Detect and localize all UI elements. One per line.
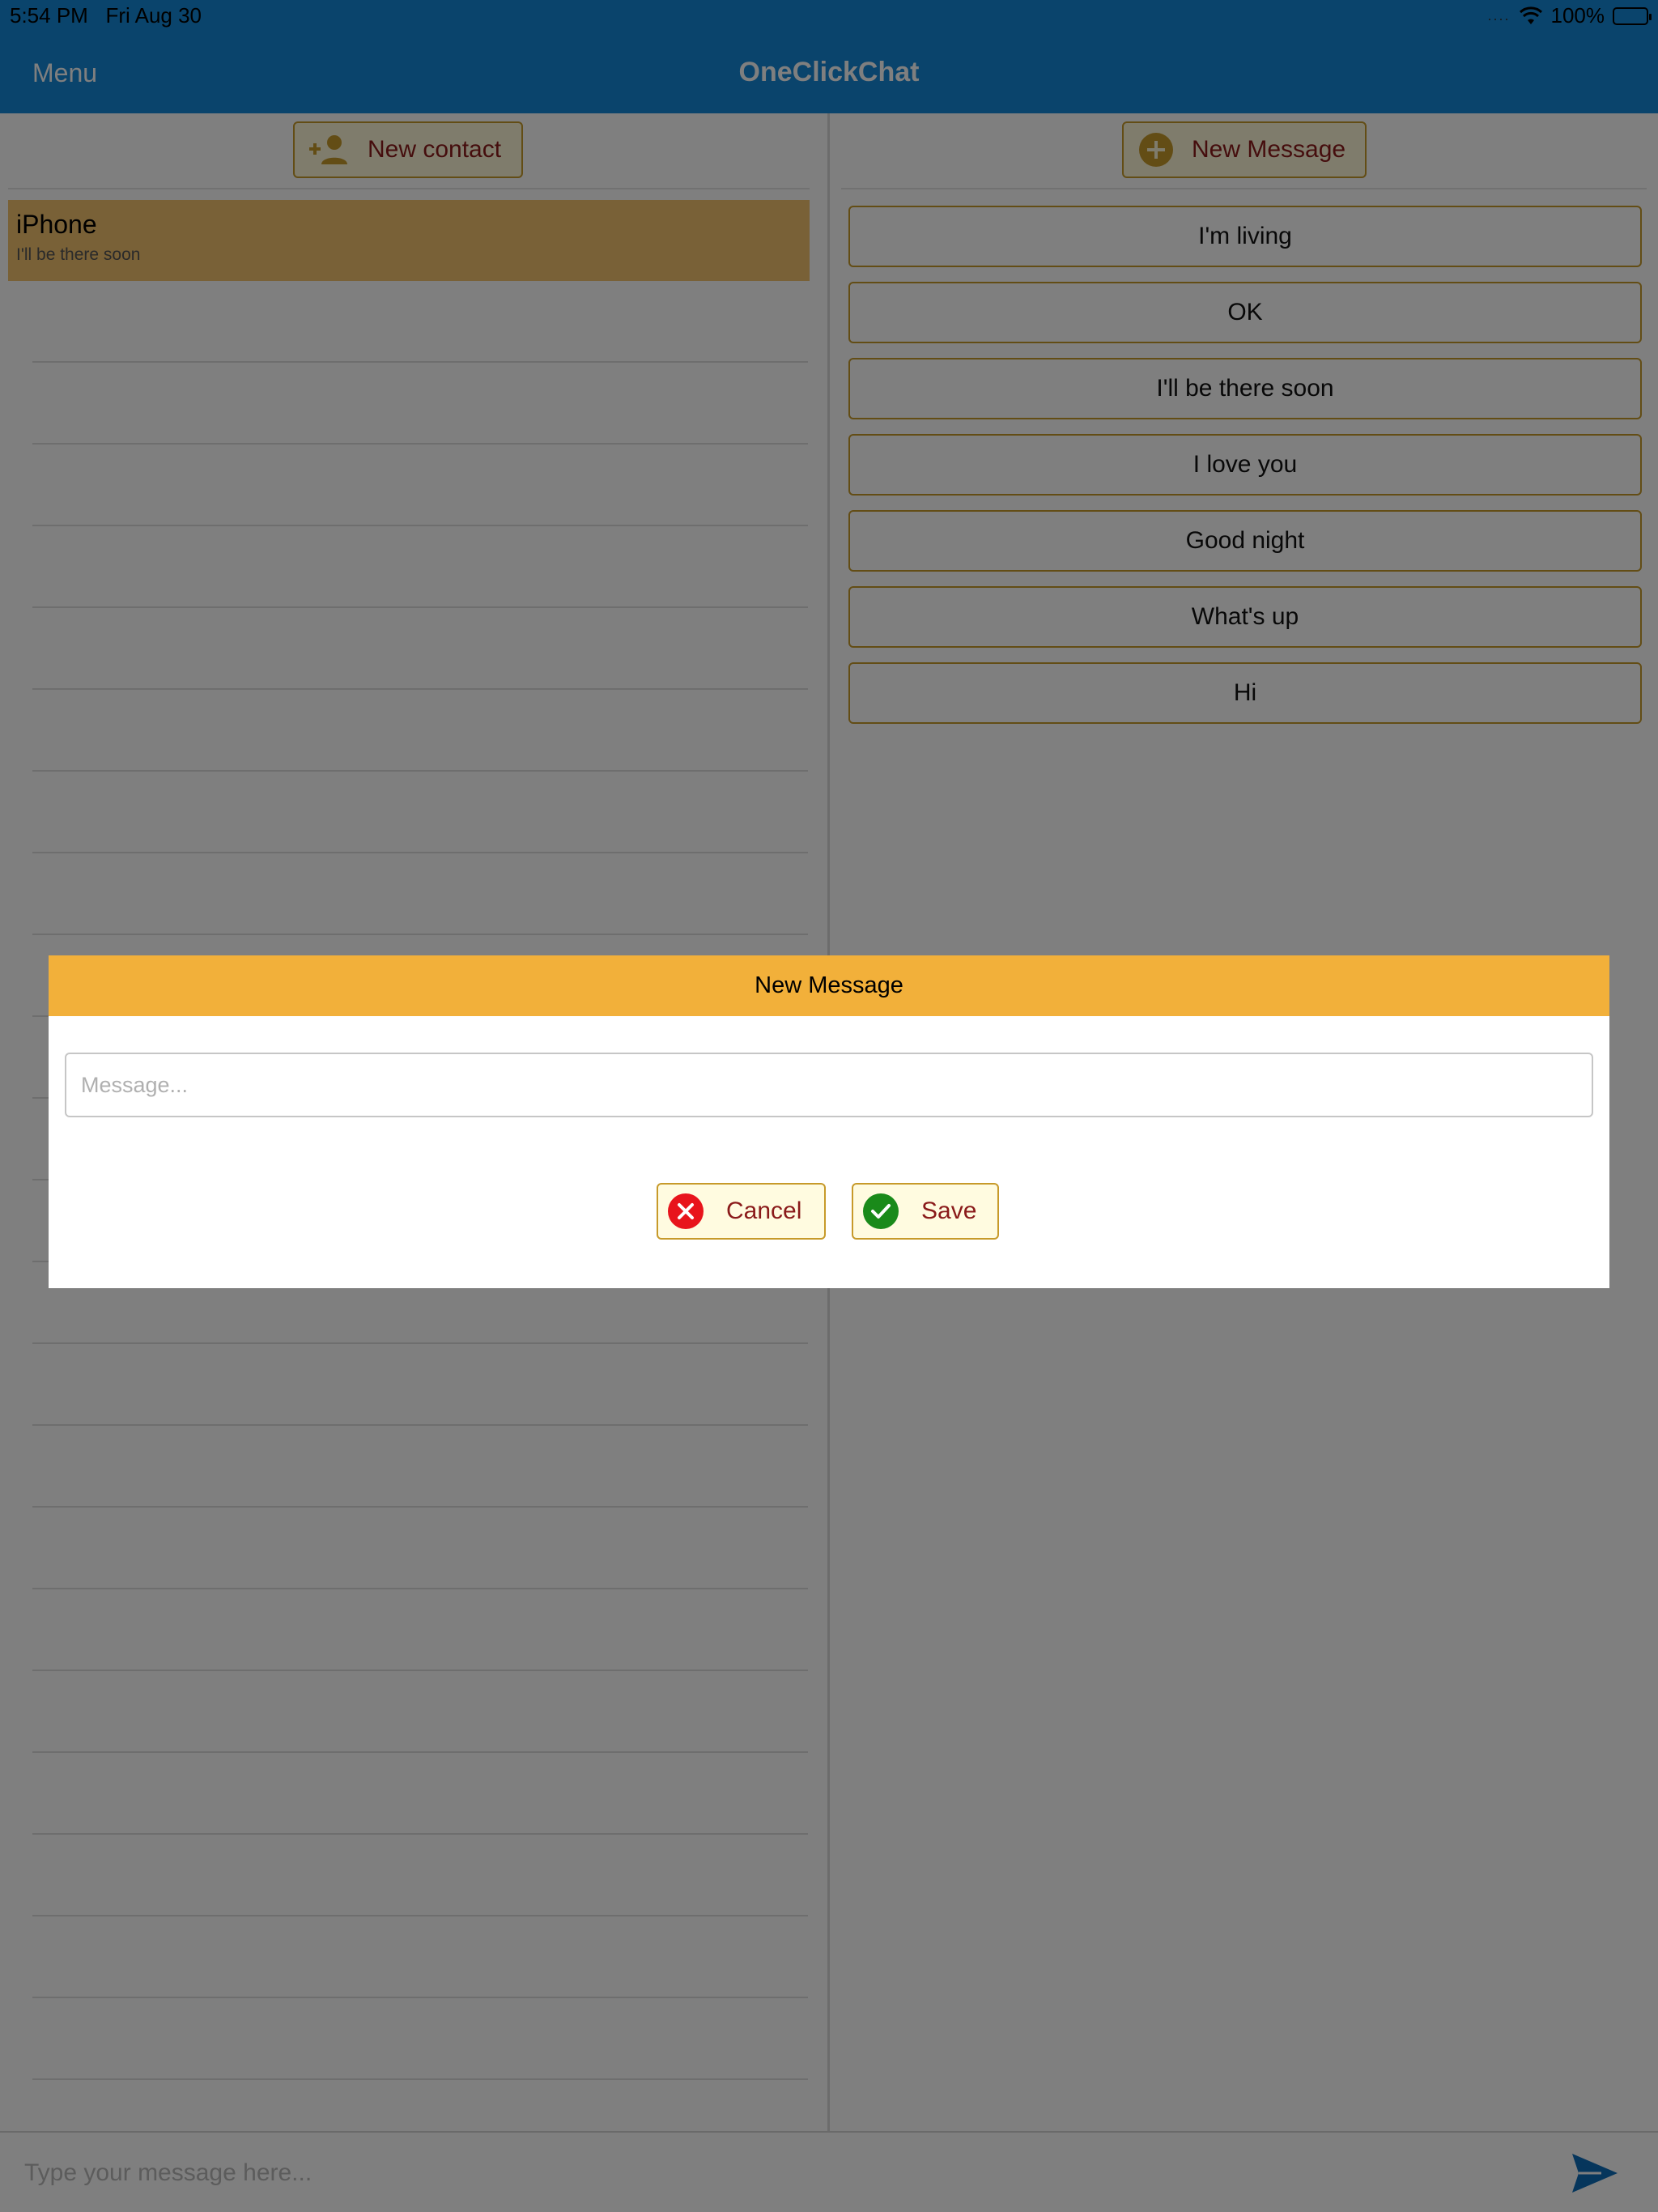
cancel-button[interactable]: Cancel: [657, 1183, 826, 1240]
save-button[interactable]: Save: [852, 1183, 999, 1240]
message-input[interactable]: [65, 1053, 1593, 1117]
cancel-label: Cancel: [726, 1197, 802, 1224]
dialog-title: New Message: [49, 955, 1609, 1016]
close-circle-icon: [668, 1193, 704, 1229]
new-message-dialog: New Message Cancel Save: [49, 955, 1609, 1288]
save-label: Save: [921, 1197, 977, 1224]
checkmark-circle-icon: [863, 1193, 899, 1229]
